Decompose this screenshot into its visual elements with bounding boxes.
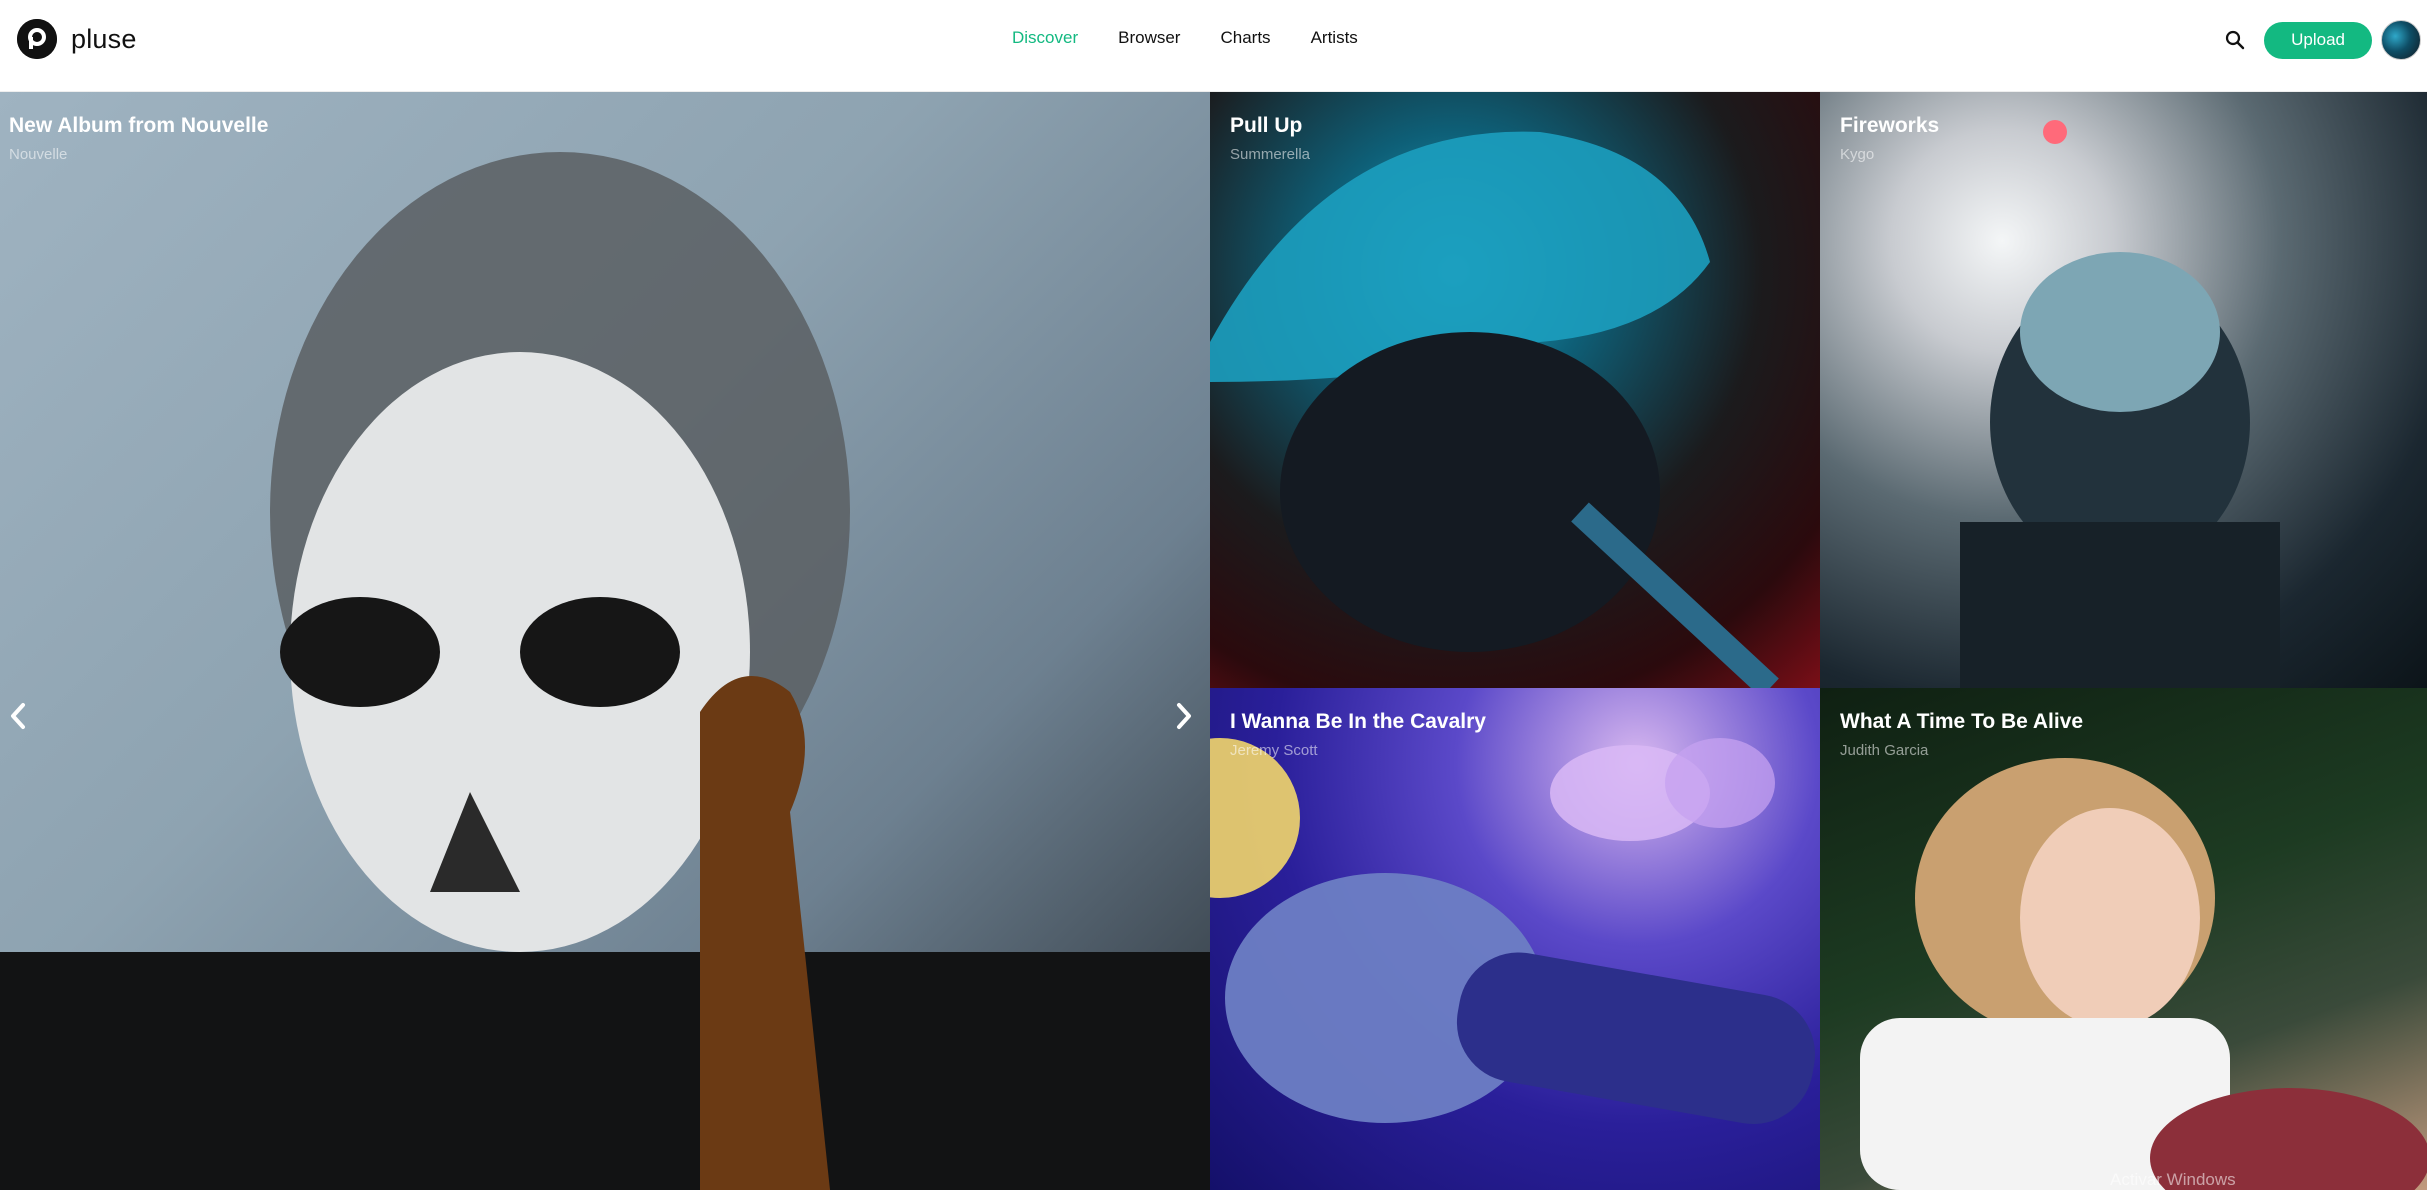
windows-activation-watermark: Activar Windows [2110, 1170, 2236, 1189]
tile-caption: What A Time To Be Alive Judith Garcia [1840, 710, 2083, 759]
cavalry-artwork [1210, 738, 1816, 1125]
pluse-logo-icon [17, 19, 57, 59]
carousel-next-chevron-right-icon[interactable] [1166, 694, 1202, 738]
tile-title: Pull Up [1230, 114, 1303, 137]
pull-up-artwork [1210, 131, 1779, 688]
nav-artists[interactable]: Artists [1311, 28, 1358, 48]
main-nav: Discover Browser Charts Artists [1012, 28, 1358, 48]
user-avatar[interactable] [2381, 20, 2421, 60]
tile-caption: I Wanna Be In the Cavalry Jeremy Scott [1230, 710, 1486, 759]
tile-title: Fireworks [1840, 114, 1940, 137]
upload-button[interactable]: Upload [2264, 21, 2372, 59]
tile-caption: Pull Up Summerella [1230, 114, 1310, 163]
carousel-prev-chevron-left-icon[interactable] [0, 694, 36, 738]
tile-title: What A Time To Be Alive [1840, 710, 2084, 733]
fireworks-artwork [1960, 120, 2280, 688]
tile-what-a-time-to-be-alive[interactable]: What A Time To Be Alive Judith Garcia [1820, 688, 2427, 1190]
tile-artist[interactable]: Nouvelle [9, 146, 268, 163]
what-a-time-artwork [1860, 758, 2427, 1190]
search-icon[interactable] [2218, 23, 2252, 57]
tile-caption: Fireworks Kygo [1840, 114, 1939, 163]
nav-discover[interactable]: Discover [1012, 28, 1078, 48]
tile-new-album-nouvelle[interactable]: New Album from Nouvelle Nouvelle [0, 92, 1210, 1190]
tile-pull-up[interactable]: Pull Up Summerella [1210, 92, 1820, 688]
tile-artist[interactable]: Summerella [1230, 146, 1310, 163]
nav-charts[interactable]: Charts [1220, 28, 1270, 48]
tile-i-wanna-be-in-the-cavalry[interactable]: I Wanna Be In the Cavalry Jeremy Scott [1210, 688, 1820, 1190]
tile-caption: New Album from Nouvelle Nouvelle [9, 114, 268, 163]
nav-browser[interactable]: Browser [1118, 28, 1180, 48]
header-actions: Upload [2218, 20, 2427, 60]
tile-artist[interactable]: Judith Garcia [1840, 742, 2083, 759]
hero-artwork [0, 152, 1210, 1190]
brand[interactable]: pluse [17, 19, 137, 59]
tile-fireworks[interactable]: Fireworks Kygo [1820, 92, 2427, 688]
tile-title: New Album from Nouvelle [9, 114, 269, 137]
tile-artist[interactable]: Kygo [1840, 146, 1939, 163]
brand-name: pluse [71, 23, 137, 54]
tile-title: I Wanna Be In the Cavalry [1230, 710, 1486, 733]
tile-artist[interactable]: Jeremy Scott [1230, 742, 1486, 759]
top-navbar: pluse Discover Browser Charts Artists Up… [0, 0, 2427, 92]
